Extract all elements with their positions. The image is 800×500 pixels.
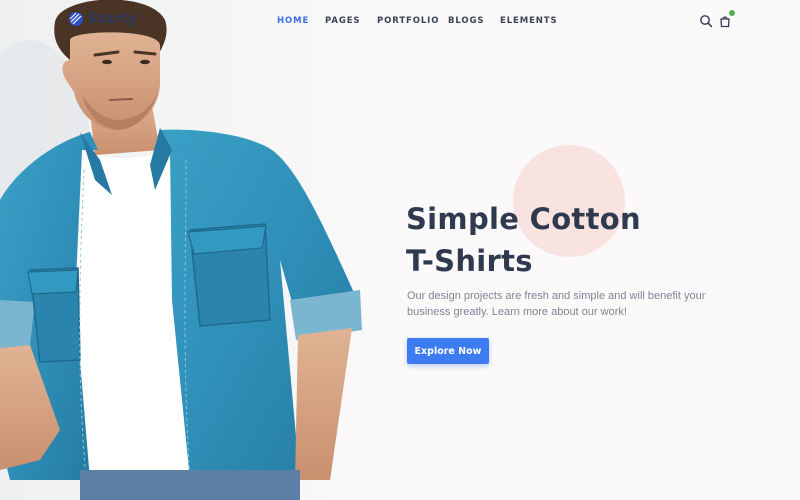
cart-badge [729, 10, 735, 16]
nav-item-pages[interactable]: PAGES [325, 16, 360, 26]
search-icon[interactable] [699, 13, 713, 28]
shopping-bag-icon[interactable] [718, 10, 735, 28]
hero-title-line2: T-Shirts [406, 244, 533, 278]
header-actions [699, 10, 735, 28]
nav-item-blogs[interactable]: BLOGS [448, 16, 484, 26]
nav-item-home[interactable]: HOME [277, 16, 309, 26]
hero-title: Simple Cotton T-Shirts [406, 198, 766, 282]
nav-item-elements[interactable]: ELEMENTS [500, 16, 558, 26]
hero-description: Our design projects are fresh and simple… [407, 290, 706, 318]
nav-item-portfolio[interactable]: PORTFOLIO [377, 16, 439, 26]
explore-now-button[interactable]: Explore Now [407, 338, 489, 364]
site-header: Starty HOME PAGES PORTFOLIO BLOGS ELEMEN… [0, 0, 800, 42]
hero-model-image [0, 0, 380, 500]
hero-title-line1: Simple Cotton [406, 202, 641, 236]
main-nav: HOME PAGES PORTFOLIO BLOGS ELEMENTS [0, 16, 800, 28]
